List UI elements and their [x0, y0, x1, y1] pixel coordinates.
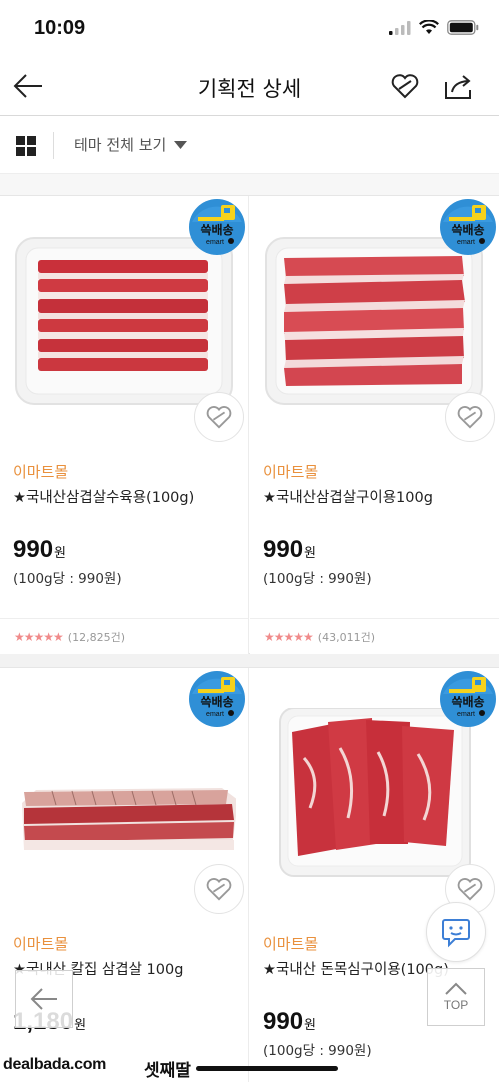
price-unit: 원 [74, 1018, 87, 1033]
chevron-up-icon [445, 982, 467, 995]
seller-name: 이마트몰 [13, 935, 69, 953]
wishlist-button[interactable] [445, 392, 495, 442]
product-image [279, 708, 471, 877]
price: 990원 [263, 536, 316, 564]
section-gap [0, 174, 499, 196]
product-image [15, 237, 233, 405]
chat-bubble-icon [442, 919, 470, 948]
price-value: 990 [263, 536, 304, 563]
unit-price: (100g당 : 990원) [13, 571, 122, 587]
price-unit: 원 [54, 546, 67, 561]
review-count: (43,011건) [317, 630, 375, 644]
ssg-delivery-badge: 쓱배송 emart [440, 199, 496, 255]
row-gap [0, 654, 499, 668]
status-bar: 10:09 [0, 0, 499, 56]
share-button[interactable] [442, 72, 474, 100]
ssg-delivery-badge: 쓱배송 emart [189, 199, 245, 255]
floating-back-button[interactable] [15, 970, 73, 1028]
product-name[interactable]: ★국내산삼겹살구이용100g [263, 486, 433, 507]
heart-icon [457, 878, 483, 901]
product-card[interactable]: 쓱배송 emart 이마트몰 ★국내산삼겹살구이용100g 990원 (100g… [250, 196, 499, 654]
product-name[interactable]: ★국내산삼겹살수육용(100g) [13, 486, 194, 507]
caret-down-icon [174, 140, 188, 149]
wishlist-button[interactable] [194, 392, 244, 442]
scroll-top-button[interactable]: TOP [427, 968, 485, 1026]
divider [53, 132, 54, 159]
svg-text:쓱배송: 쓱배송 [451, 694, 484, 709]
product-image [265, 237, 483, 405]
svg-text:emart: emart [206, 239, 224, 246]
svg-text:emart: emart [206, 711, 224, 718]
arrow-left-icon [30, 988, 57, 1010]
heart-icon [391, 74, 419, 99]
heart-icon [457, 406, 483, 429]
product-name[interactable]: ★국내산 돈목심구이용(100g) [263, 958, 449, 979]
seller-name: 이마트몰 [263, 935, 319, 953]
share-icon [445, 75, 471, 99]
chatbot-button[interactable] [426, 902, 486, 962]
theme-dropdown[interactable]: 테마 전체 보기 [74, 134, 188, 155]
unit-price: (100g당 : 990원) [263, 571, 372, 587]
rating: ★★★★★ (43,011건) [250, 618, 499, 654]
rating: ★★★★★ (12,825건) [0, 618, 248, 654]
product-grid: 쓱배송 emart 이마트몰 ★국내산삼겹살수육용(100g) 990원 (10… [0, 196, 499, 1082]
theme-dropdown-label: 테마 전체 보기 [74, 136, 167, 154]
ssg-delivery-badge: 쓱배송 emart [440, 671, 496, 727]
watermark-user: 셋째딸 [144, 1061, 191, 1081]
price: 990원 [263, 1008, 316, 1036]
product-row: 쓱배송 emart 이마트몰 ★국내산삼겹살수육용(100g) 990원 (10… [0, 196, 499, 654]
wishlist-button[interactable] [194, 864, 244, 914]
grid-view-button[interactable] [16, 136, 36, 156]
svg-text:쓱배송: 쓱배송 [200, 694, 233, 709]
ssg-delivery-badge: 쓱배송 emart [189, 671, 245, 727]
price: 990원 [13, 536, 66, 564]
heart-icon [206, 406, 232, 429]
product-row: 쓱배송 emart 이마트몰 ★국내산 칼집 삼겹살 100g 1,180원 [0, 668, 499, 1082]
battery-icon [447, 20, 479, 35]
status-icons [389, 20, 479, 35]
heart-icon [206, 878, 232, 901]
star-rating: ★★★★★ [264, 629, 314, 644]
watermark-bar: dealbada.com 셋째딸 [0, 1052, 499, 1082]
wifi-icon [419, 20, 439, 34]
like-button[interactable] [390, 72, 420, 100]
svg-text:emart: emart [457, 711, 475, 718]
svg-text:쓱배송: 쓱배송 [200, 222, 233, 237]
seller-name: 이마트몰 [263, 463, 319, 481]
home-indicator [196, 1066, 338, 1071]
star-rating: ★★★★★ [14, 629, 64, 644]
price-unit: 원 [304, 1018, 317, 1033]
top-label: TOP [443, 998, 469, 1012]
price-value: 990 [13, 536, 54, 563]
review-count: (12,825건) [67, 630, 125, 644]
svg-text:쓱배송: 쓱배송 [451, 222, 484, 237]
status-time: 10:09 [34, 17, 86, 39]
signal-icon [389, 20, 411, 35]
price-value: 990 [263, 1008, 304, 1035]
seller-name: 이마트몰 [13, 463, 69, 481]
product-card[interactable]: 쓱배송 emart 이마트몰 ★국내산삼겹살수육용(100g) 990원 (10… [0, 196, 249, 654]
price-unit: 원 [304, 546, 317, 561]
page-title: 기획전 상세 [197, 77, 302, 101]
filter-bar: 테마 전체 보기 [0, 116, 499, 174]
watermark-site: dealbada.com [3, 1056, 107, 1073]
svg-text:emart: emart [457, 239, 475, 246]
nav-bar: 기획전 상세 [0, 56, 499, 116]
product-image [22, 788, 236, 850]
grid-icon [16, 136, 36, 156]
